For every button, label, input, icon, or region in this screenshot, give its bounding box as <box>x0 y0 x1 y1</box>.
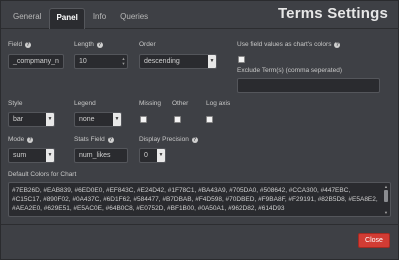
legend-value: none <box>79 116 95 123</box>
modal-header: General Panel Info Queries Terms Setting… <box>1 1 399 29</box>
chevron-down-icon: ▼ <box>46 113 54 126</box>
modal-footer: Close <box>1 224 399 260</box>
terms-settings-modal: General Panel Info Queries Terms Setting… <box>0 0 399 260</box>
stats-field-label-text: Stats Field <box>74 136 105 143</box>
missing-checkbox[interactable] <box>140 116 147 123</box>
chevron-down-icon: ▼ <box>46 149 54 162</box>
use-field-colors-checkbox[interactable] <box>238 56 245 63</box>
scroll-down-icon[interactable]: ▼ <box>383 210 389 215</box>
mode-label: Mode ? <box>8 136 34 143</box>
mode-label-text: Mode <box>8 136 25 143</box>
tab-info[interactable]: Info <box>87 8 112 29</box>
missing-label: Missing <box>139 100 162 107</box>
tab-queries[interactable]: Queries <box>114 8 154 29</box>
length-value: 10 <box>79 58 87 65</box>
help-icon[interactable]: ? <box>107 137 114 143</box>
chevron-down-icon: ▼ <box>157 149 165 162</box>
order-select[interactable]: descending ▼ <box>139 54 217 69</box>
legend-label: Legend <box>74 100 96 107</box>
exclude-terms-input[interactable] <box>237 78 380 93</box>
exclude-terms-text: Exclude Term(s) (comma seperated) <box>237 67 342 74</box>
mode-value: sum <box>13 152 27 159</box>
default-colors-value: #7EB26D, #EAB839, #6ED0E0, #EF843C, #E24… <box>12 187 378 212</box>
help-icon[interactable]: ? <box>191 137 198 143</box>
use-field-colors-label: Use field values as chart's colors ? <box>237 41 341 48</box>
display-precision-label: Display Precision ? <box>139 136 198 143</box>
style-label: Style <box>8 100 23 107</box>
scroll-up-icon[interactable]: ▲ <box>383 184 389 189</box>
style-value: bar <box>13 116 24 123</box>
mode-select[interactable]: sum ▼ <box>8 148 55 163</box>
other-label: Other <box>172 100 189 107</box>
spinner-icon[interactable]: ▲ ▼ <box>121 56 126 67</box>
legend-select[interactable]: none ▼ <box>74 112 122 127</box>
close-button[interactable]: Close <box>358 233 390 248</box>
use-field-colors-text: Use field values as chart's colors <box>237 41 332 48</box>
help-icon[interactable]: ? <box>334 42 341 48</box>
default-colors-textarea[interactable]: #7EB26D, #EAB839, #6ED0E0, #EF843C, #E24… <box>8 182 391 217</box>
textarea-scrollbar[interactable]: ▲ ▼ <box>383 184 389 215</box>
length-input[interactable]: 10 ▲ ▼ <box>74 54 128 69</box>
chevron-down-icon: ▼ <box>113 113 121 126</box>
stats-field-label: Stats Field ? <box>74 136 114 143</box>
chevron-down-icon: ▼ <box>208 55 216 68</box>
other-checkbox[interactable] <box>174 116 181 123</box>
exclude-terms-label: Exclude Term(s) (comma seperated) <box>237 67 342 74</box>
length-label-text: Length <box>74 41 94 48</box>
help-icon[interactable]: ? <box>27 137 34 143</box>
order-value: descending <box>144 58 180 65</box>
log-axis-checkbox[interactable] <box>206 116 213 123</box>
scroll-thumb[interactable] <box>384 190 388 202</box>
field-input[interactable]: _compmany_n <box>8 54 64 69</box>
display-precision-select[interactable]: 0 ▼ <box>139 148 166 163</box>
display-precision-text: Display Precision <box>139 136 189 143</box>
display-precision-value: 0 <box>144 152 148 159</box>
order-label: Order <box>139 41 156 48</box>
style-select[interactable]: bar ▼ <box>8 112 55 127</box>
field-label: Field ? <box>8 41 31 48</box>
field-label-text: Field <box>8 41 23 48</box>
tab-panel[interactable]: Panel <box>49 8 85 29</box>
help-icon[interactable]: ? <box>96 42 103 48</box>
length-label: Length ? <box>74 41 103 48</box>
help-icon[interactable]: ? <box>24 42 31 48</box>
tab-bar: General Panel Info Queries <box>7 8 156 29</box>
tab-general[interactable]: General <box>7 8 47 29</box>
default-colors-label: Default Colors for Chart <box>8 171 77 178</box>
modal-title: Terms Settings <box>277 5 388 22</box>
log-axis-label: Log axis <box>206 100 231 107</box>
stats-field-input[interactable]: num_likes <box>74 148 128 163</box>
